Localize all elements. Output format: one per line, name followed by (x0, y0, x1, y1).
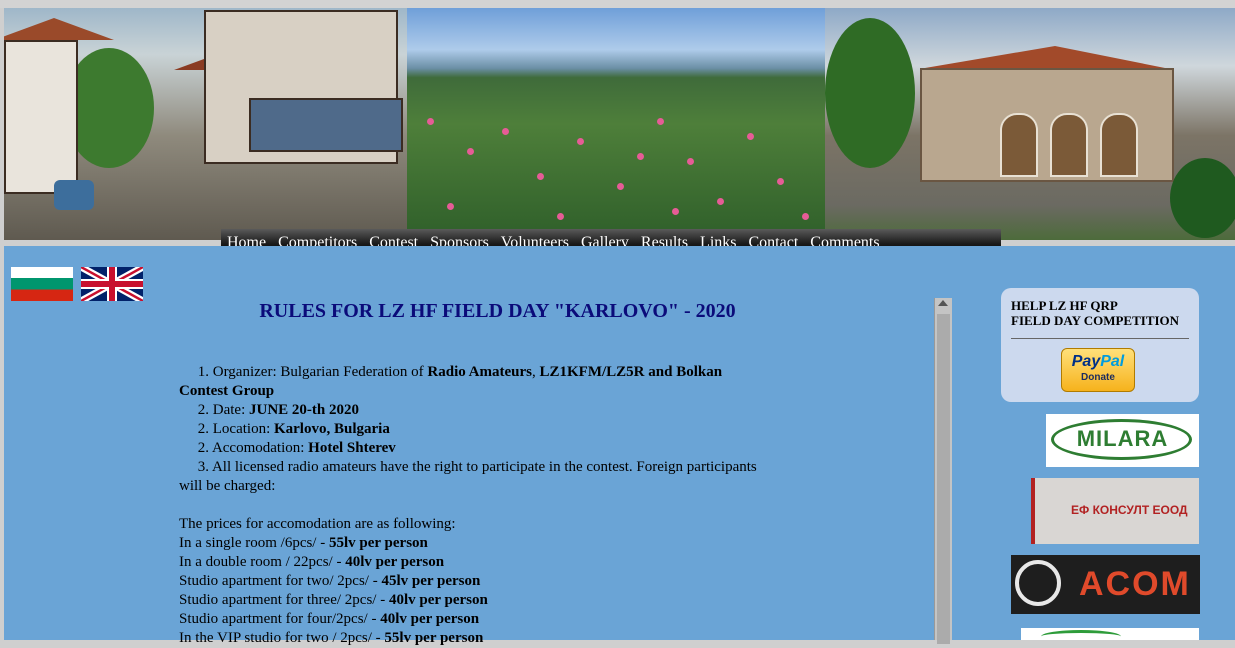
rule-item: 1. Organizer: Bulgarian Federation of Ra… (197, 364, 723, 380)
divider (1011, 338, 1189, 339)
header-banner (4, 8, 1235, 240)
rule-item: 3. All licensed radio amateurs have the … (197, 459, 757, 475)
price-row: Studio apartment for four/2pcs/ - 40lv p… (179, 611, 480, 627)
sponsor-ef-konsult-logo[interactable]: ЕФ КОНСУЛТ ЕООД (1031, 478, 1199, 544)
price-row: Studio apartment for three/ 2pcs/ - 40lv… (179, 592, 488, 608)
rule-item: 2. Location: Karlovo, Bulgaria (197, 421, 390, 437)
church-photo (825, 8, 1235, 240)
rule-item: 2. Date: JUNE 20-th 2020 (197, 402, 359, 418)
sponsor-acom-logo[interactable]: ACOM (1011, 555, 1200, 614)
scroll-up-arrow-icon[interactable] (938, 300, 948, 306)
price-row: In a double room / 22pcs/ - 40lv per per… (179, 554, 445, 570)
price-row: In a single room /6pcs/ - 55lv per perso… (179, 535, 428, 551)
donation-box: HELP LZ HF QRP FIELD DAY COMPETITION Pay… (1001, 288, 1199, 402)
bulgarian-flag[interactable] (11, 267, 73, 301)
rules-text: 1. Organizer: Bulgarian Federation of Ra… (179, 363, 799, 648)
sponsor-milara-logo[interactable]: MILARA (1046, 414, 1199, 467)
rule-item: 2. Accomodation: Hotel Shterev (197, 440, 396, 456)
page-title: RULES FOR LZ HF FIELD DAY "KARLOVO" - 20… (259, 300, 736, 322)
top-strip (0, 0, 1235, 8)
scrollbar-thumb[interactable] (937, 314, 950, 644)
donation-text: HELP LZ HF QRP FIELD DAY COMPETITION (1011, 298, 1180, 328)
rule-item-cont: will be charged: (179, 478, 276, 494)
prices-intro: The prices for accomodation are as follo… (179, 516, 456, 532)
sponsor-logo[interactable] (1021, 628, 1199, 640)
paypal-donate-button[interactable]: PayPal Donate (1061, 348, 1135, 392)
rose-field-photo (407, 8, 825, 240)
price-row: Studio apartment for two/ 2pcs/ - 45lv p… (179, 573, 481, 589)
uk-flag[interactable] (81, 267, 143, 301)
karlovo-old-houses-photo (4, 8, 407, 240)
price-row: In the VIP studio for two / 2pcs/ - 55lv… (179, 630, 484, 646)
content-scrollbar[interactable] (934, 298, 952, 644)
rule-item-cont: Contest Group (179, 383, 275, 399)
